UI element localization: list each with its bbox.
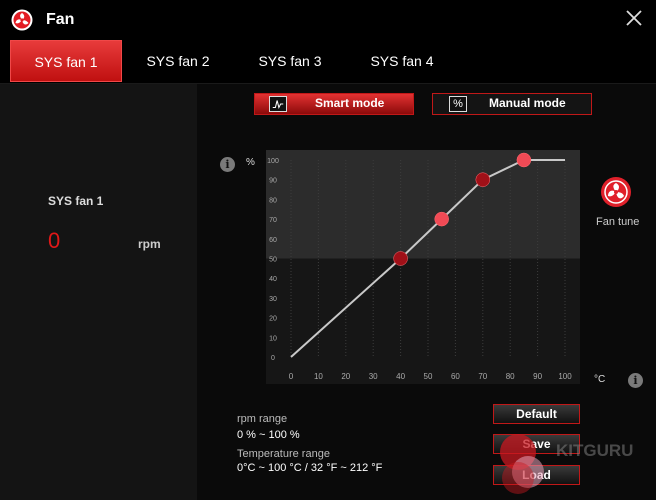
y-tick-label: 0: [271, 355, 275, 362]
fan-rpm-unit: rpm: [138, 237, 161, 251]
x-axis-unit: °C: [594, 374, 606, 385]
window-title: Fan: [46, 11, 75, 28]
x-tick-label: 0: [289, 372, 294, 381]
x-tick-label: 30: [369, 372, 378, 381]
tab-sys-fan-3[interactable]: SYS fan 3: [234, 40, 346, 82]
y-tick-label: 50: [269, 257, 277, 264]
tab-sys-fan-4[interactable]: SYS fan 4: [346, 40, 458, 82]
smart-mode-button[interactable]: Smart mode: [254, 93, 414, 115]
fan-curve-chart[interactable]: 0 10 20 30 40 50 60 70 80 90 100 0 10 20 30 40 50 60 70 80 9…: [266, 150, 580, 384]
temperature-range-value: 0°C ~ 100 °C / 32 °F ~ 212 °F: [237, 462, 383, 474]
rpm-range-value: 0 % ~ 100 %: [237, 429, 300, 441]
x-tick-label: 60: [451, 372, 460, 381]
x-tick-label: 70: [478, 372, 487, 381]
x-tick-label: 20: [341, 372, 350, 381]
x-tick-label: 40: [396, 372, 405, 381]
y-tick-label: 20: [269, 316, 277, 323]
y-tick-label: 90: [269, 178, 277, 185]
default-button[interactable]: Default: [493, 404, 580, 424]
tab-sys-fan-2[interactable]: SYS fan 2: [122, 40, 234, 82]
rpm-range-label: rpm range: [237, 413, 288, 425]
temperature-info-icon[interactable]: i: [628, 373, 643, 388]
x-tick-label: 100: [558, 372, 572, 381]
y-tick-label: 10: [269, 335, 277, 342]
manual-mode-button[interactable]: % Manual mode: [432, 93, 592, 115]
x-tick-label: 90: [533, 372, 542, 381]
x-tick-label: 10: [314, 372, 323, 381]
fan-status-panel: [0, 84, 197, 500]
fan-status-name: SYS fan 1: [48, 194, 104, 208]
load-button[interactable]: Load: [493, 465, 580, 485]
y-tick-label: 30: [269, 296, 277, 303]
manual-mode-label: Manual mode: [489, 96, 566, 110]
curve-icon: [269, 96, 287, 112]
y-tick-label: 70: [269, 217, 277, 224]
chart-upper-band: [266, 150, 580, 259]
title-bar: Fan: [0, 0, 656, 38]
x-tick-label: 50: [424, 372, 433, 381]
fan-tab-bar: SYS fan 1 SYS fan 2 SYS fan 3 SYS fan 4: [0, 38, 656, 84]
save-button[interactable]: Save: [493, 434, 580, 454]
fan-tune-icon: [601, 177, 631, 207]
fan-tune-label: Fan tune: [596, 216, 640, 228]
temperature-range-label: Temperature range: [237, 448, 330, 460]
chart-info-icon[interactable]: i: [220, 157, 235, 172]
y-tick-label: 60: [269, 237, 277, 244]
y-axis-unit: %: [246, 157, 255, 168]
y-tick-label: 100: [267, 158, 279, 165]
tab-sys-fan-1[interactable]: SYS fan 1: [10, 40, 122, 82]
percent-icon: %: [449, 96, 467, 112]
msi-dragon-logo-icon: [11, 9, 33, 31]
curve-control-point[interactable]: [434, 211, 449, 227]
fan-rpm-value: 0: [48, 228, 61, 253]
curve-control-point[interactable]: [516, 152, 532, 168]
y-tick-label: 40: [269, 276, 277, 283]
curve-control-point[interactable]: [393, 251, 408, 266]
curve-control-point[interactable]: [475, 172, 491, 187]
y-tick-label: 80: [269, 197, 277, 204]
smart-mode-label: Smart mode: [315, 96, 385, 110]
x-tick-label: 80: [506, 372, 515, 381]
close-icon[interactable]: [622, 6, 646, 30]
